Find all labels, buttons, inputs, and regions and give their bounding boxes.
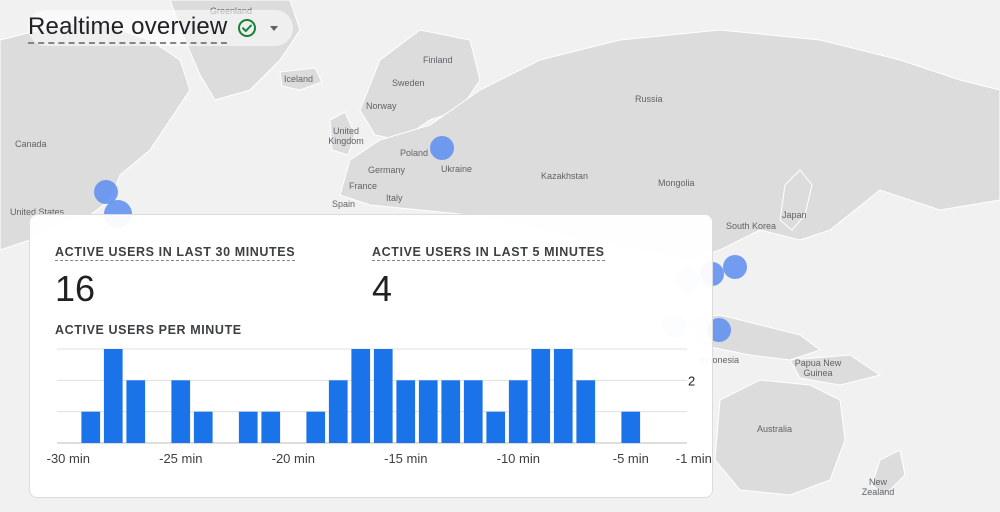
map-label-sweden: Sweden [392,78,425,88]
chart-bar[interactable] [486,411,506,443]
chevron-down-icon[interactable] [267,21,281,35]
map-label-italy: Italy [386,193,403,203]
chart-bar[interactable] [306,411,326,443]
chart-bar[interactable] [441,380,461,443]
chart-y-tick-label: 2 [688,373,695,388]
chart-bar[interactable] [351,349,371,443]
map-label-papua-new-guinea: Papua New Guinea [794,358,842,378]
chart-x-tick-label: -30 min [47,451,90,466]
chart-bar[interactable] [126,380,146,443]
map-label-norway: Norway [366,101,397,111]
chart-bar[interactable] [171,380,191,443]
chart-x-tick-label: -15 min [384,451,427,466]
map-label-germany: Germany [368,165,406,175]
realtime-card: ACTIVE USERS IN LAST 30 MINUTES 16 ACTIV… [29,214,713,498]
map-label-mongolia: Mongolia [658,178,695,188]
map-label-russia: Russia [635,94,663,104]
map-label-south-korea: South Korea [726,221,777,231]
map-label-iceland: Iceland [284,74,314,84]
page-title[interactable]: Realtime overview [28,13,228,44]
map-label-united-kingdom: United Kingdom [328,126,364,146]
chart-bar[interactable] [418,380,438,443]
chart-bar[interactable] [508,380,528,443]
map-label-new-zealand: New Zealand [861,477,895,497]
chart-bar[interactable] [576,380,596,443]
map-label-australia: Australia [757,424,793,434]
active-users-per-minute-chart: -30 min -25 min -20 min -15 min -10 min -5 mi… [47,348,712,466]
chart-bar[interactable] [81,411,101,443]
chart-bar[interactable] [328,380,348,443]
chart-bar[interactable] [261,411,281,443]
map-label-japan: Japan [782,210,807,220]
chart-x-tick-label: -10 min [497,451,540,466]
map-label-ukraine: Ukraine [441,164,473,174]
location-dot[interactable] [723,255,747,279]
chart-bar[interactable] [396,380,416,443]
map-label-finland: Finland [423,55,453,65]
map-label-canada: Canada [15,139,47,149]
chart-bar[interactable] [553,349,573,443]
chart-bar[interactable] [531,349,551,443]
chart-bar[interactable] [373,349,393,443]
chart-bar[interactable] [103,349,123,443]
chart-x-tick-label: -5 min [613,451,649,466]
chart-x-tick-label: -25 min [159,451,202,466]
chart-bar[interactable] [621,411,641,443]
map-label-france: France [349,181,378,191]
location-dot[interactable] [430,136,454,160]
page-header: Realtime overview [28,10,294,46]
map-label-spain: Spain [332,199,356,209]
chart-x-tick-label: -20 min [272,451,315,466]
chart-bar[interactable] [193,411,213,443]
map-label-kazakhstan: Kazakhstan [541,171,589,181]
check-circle-icon [238,19,257,37]
chart-bar[interactable] [238,411,258,443]
chart-bar[interactable] [463,380,483,443]
map-label-poland: Poland [400,148,429,158]
chart-x-tick-label: -1 min [676,451,712,466]
